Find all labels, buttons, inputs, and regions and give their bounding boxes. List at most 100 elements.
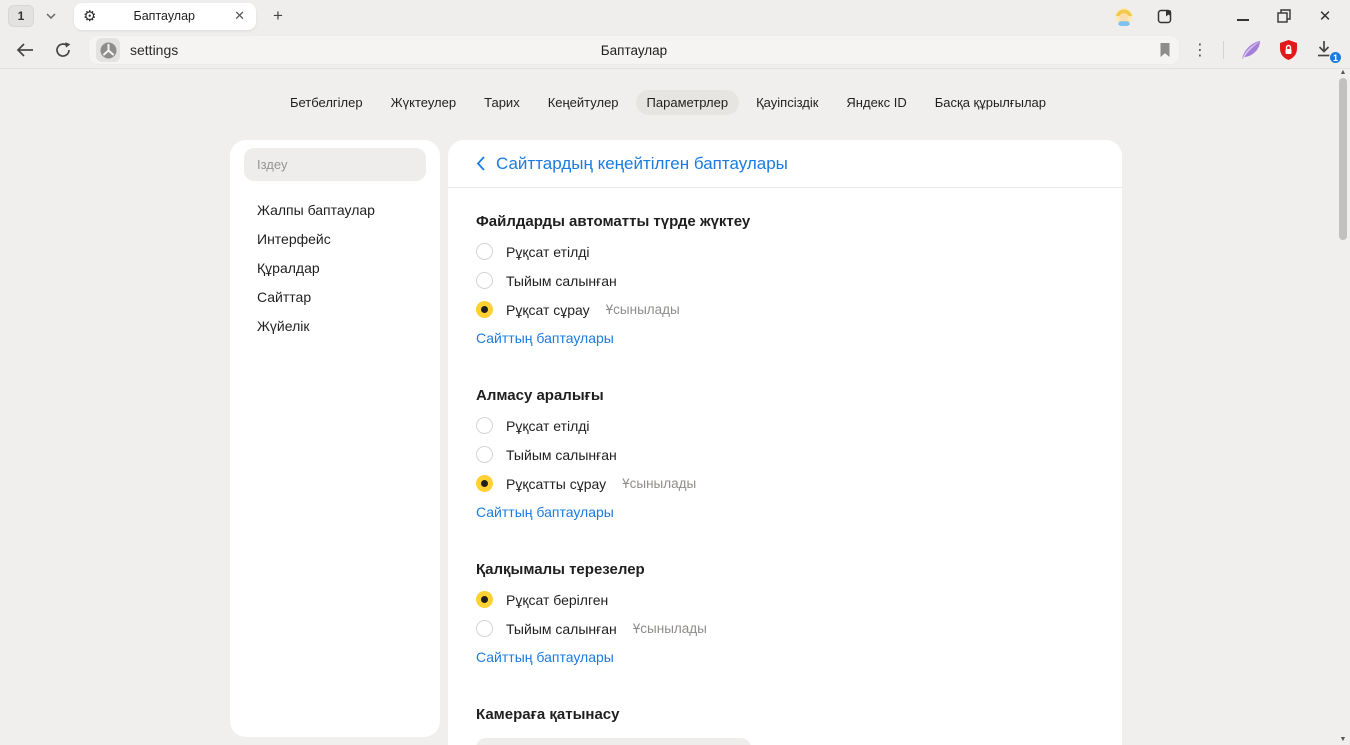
settings-page: Бетбелгілер Жүктеулер Тарих Кеңейтулер П… [0,69,1350,745]
section-title: Алмасу аралығы [476,386,1094,406]
new-tab-button[interactable]: + [266,4,290,28]
scrollbar-down-arrow[interactable]: ▼ [1336,736,1350,743]
bookmarks-panel-button[interactable] [1156,7,1174,25]
section-popups: Қалқымалы терезелер Рұқсат берілген Тыйы… [476,560,1094,667]
page-title: Сайттардың кеңейтілген баптаулары [496,154,788,174]
window-minimize-button[interactable] [1234,7,1252,25]
nav-tab-security[interactable]: Қауіпсіздік [745,90,829,115]
radio-option[interactable]: Рұқсат сұрау Ұсынылады [476,295,1094,324]
window-close-button[interactable]: ✕ [1316,7,1334,25]
section-camera-access: Камераға қатынасу ov9734_azurewave_camer… [476,705,1094,745]
back-arrow-icon [16,43,34,57]
nav-tab-other-devices[interactable]: Басқа құрылғылар [924,90,1057,115]
feather-pen-icon [1239,39,1263,61]
radio-checked-icon[interactable] [476,475,493,492]
back-chevron-icon [476,156,485,171]
titlebar: 1 ⚙ Баптаулар ✕ + [0,0,1350,32]
radio-checked-icon[interactable] [476,301,493,318]
browser-menu-button[interactable] [1197,7,1211,25]
recommended-badge: Ұсынылады [622,476,696,491]
page-scrollbar[interactable]: ▲ ▼ [1336,69,1350,745]
downloads-button[interactable]: 1 [1314,39,1338,61]
radio-option[interactable]: Рұқсатты сұрау Ұсынылады [476,469,1094,498]
tab-list-chevron-button[interactable] [38,5,64,27]
search-input[interactable] [244,148,426,181]
section-title: Камераға қатынасу [476,705,1094,725]
bookmarks-panel-icon [1156,7,1174,25]
site-settings-link[interactable]: Сайттың баптаулары [476,647,614,667]
sidebar-item-general[interactable]: Жалпы баптаулар [230,195,440,224]
nav-tab-history[interactable]: Тарих [473,90,531,115]
toolbar: settings Баптаулар ⋮ [0,32,1350,69]
radio-option[interactable]: Тыйым салынған [476,440,1094,469]
sidebar-item-interface[interactable]: Интерфейс [230,224,440,253]
radio-option[interactable]: Рұқсат берілген [476,585,1094,614]
bookmark-page-button[interactable] [1158,42,1172,58]
settings-nav-tabs: Бетбелгілер Жүктеулер Тарих Кеңейтулер П… [0,90,1336,115]
extensions-menu-button[interactable]: ⋮ [1192,40,1208,60]
nav-tab-yandex-id[interactable]: Яндекс ID [835,90,917,115]
yandex-browser-logo-icon [100,42,117,59]
radio-label: Рұқсатты сұрау [506,475,606,493]
radio-option[interactable]: Рұқсат етілді [476,237,1094,266]
scrollbar-up-arrow[interactable]: ▲ [1336,69,1350,76]
section-title: Қалқымалы терезелер [476,560,1094,580]
camera-device-select[interactable]: ov9734_azurewave_camera Алдыңғы [476,738,751,745]
sidebar-item-sites[interactable]: Сайттар [230,282,440,311]
neuro-pen-button[interactable] [1239,39,1263,61]
sidebar-item-system[interactable]: Жүйелік [230,311,440,340]
nav-tab-downloads[interactable]: Жүктеулер [380,90,468,115]
reload-button[interactable] [50,37,76,63]
window-restore-button[interactable] [1275,7,1293,25]
radio-option[interactable]: Рұқсат етілді [476,411,1094,440]
gear-icon: ⚙ [83,9,96,24]
site-settings-link[interactable]: Сайттың баптаулары [476,502,614,522]
settings-sidebar: Жалпы баптаулар Интерфейс Құралдар Сайтт… [230,140,440,737]
reload-icon [54,41,72,59]
address-bar[interactable]: settings Баптаулар [88,35,1180,65]
browser-tab-settings[interactable]: ⚙ Баптаулар ✕ [74,3,256,30]
sidebar-item-tools[interactable]: Құралдар [230,253,440,282]
section-clipboard: Алмасу аралығы Рұқсат етілді Тыйым салын… [476,386,1094,522]
tab-close-icon[interactable]: ✕ [232,8,247,24]
radio-label: Рұқсат берілген [506,591,608,609]
nav-tab-settings[interactable]: Параметрлер [636,90,740,115]
back-button[interactable] [12,37,38,63]
address-bar-page-title: Баптаулар [88,43,1180,58]
radio-unchecked-icon[interactable] [476,446,493,463]
scrollbar-thumb[interactable] [1339,78,1347,240]
radio-unchecked-icon[interactable] [476,243,493,260]
radio-checked-icon[interactable] [476,591,493,608]
section-auto-download: Файлдарды автоматты түрде жүктеу Рұқсат … [476,212,1094,348]
downloads-count-badge: 1 [1329,51,1342,64]
radio-unchecked-icon[interactable] [476,620,493,637]
shield-lock-icon [1278,39,1299,61]
restore-icon [1277,9,1291,23]
radio-label: Рұқсат сұрау [506,301,590,319]
bookmark-flag-icon [1158,42,1172,58]
site-favicon-chip[interactable] [96,38,120,62]
advanced-site-settings-header[interactable]: Сайттардың кеңейтілген баптаулары [448,140,1122,188]
radio-unchecked-icon[interactable] [476,417,493,434]
tab-title: Баптаулар [96,9,232,23]
chevron-down-icon [46,13,56,19]
radio-unchecked-icon[interactable] [476,272,493,289]
nav-tab-extensions[interactable]: Кеңейтулер [537,90,630,115]
toolbar-divider [1223,41,1224,59]
settings-main-panel: Сайттардың кеңейтілген баптаулары Файлда… [448,140,1122,745]
profile-avatar[interactable] [1115,7,1133,25]
radio-label: Тыйым салынған [506,272,617,290]
protect-button[interactable] [1278,39,1299,61]
recommended-badge: Ұсынылады [633,621,707,636]
sidebar-search [244,148,426,181]
section-title: Файлдарды автоматты түрде жүктеу [476,212,1094,232]
radio-option[interactable]: Тыйым салынған [476,266,1094,295]
recommended-badge: Ұсынылады [606,302,680,317]
site-settings-link[interactable]: Сайттың баптаулары [476,328,614,348]
url-text: settings [130,42,178,58]
minimize-icon [1237,19,1249,21]
nav-tab-bookmarks[interactable]: Бетбелгілер [279,90,374,115]
tab-count-badge[interactable]: 1 [8,5,34,27]
radio-label: Тыйым салынған [506,446,617,464]
radio-option[interactable]: Тыйым салынған Ұсынылады [476,614,1094,643]
